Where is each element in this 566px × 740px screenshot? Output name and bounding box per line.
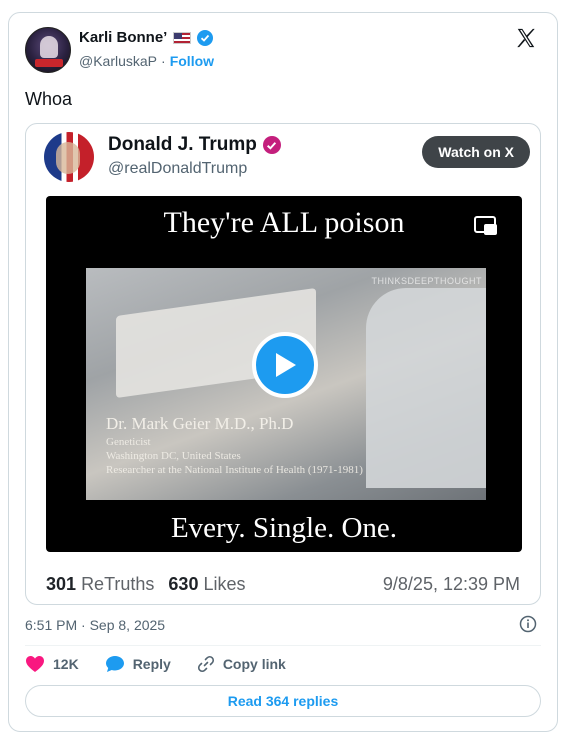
quoted-post-date: 9/8/25, 12:39 PM: [382, 574, 520, 594]
retruths-label: ReTruths: [81, 574, 155, 594]
lower-third-name: Dr. Mark Geier M.D., Ph.D: [106, 414, 294, 433]
retruths-count: 301: [46, 574, 77, 594]
play-icon: [276, 353, 296, 377]
video-player[interactable]: They're ALL poison THINKSDEEPTHOUGHT Dr.…: [46, 196, 522, 552]
author-name-row[interactable]: Karli Bonne’: [79, 29, 214, 46]
like-button[interactable]: 12K: [25, 655, 79, 673]
quoted-likes-label: Likes: [203, 574, 246, 594]
copy-link-label: Copy link: [222, 656, 286, 672]
reply-bubble-icon: [105, 656, 124, 672]
reply-label: Reply: [132, 656, 171, 672]
us-flag-icon: [173, 31, 192, 44]
quoted-author-name[interactable]: Donald J. Trump: [108, 134, 257, 156]
verified-badge-icon: [197, 29, 214, 46]
video-watermark: THINKSDEEPTHOUGHT: [371, 276, 482, 286]
action-bar: 12K Reply Copy link: [25, 655, 286, 673]
tweet-timestamp[interactable]: 6:51 PM · Sep 8, 2025: [25, 617, 165, 633]
video-top-caption: They're ALL poison: [163, 206, 405, 239]
video-bottom-caption: Every. Single. One.: [170, 512, 398, 544]
quoted-author-avatar[interactable]: [44, 132, 94, 182]
lower-third-line1: Geneticist: [106, 436, 151, 448]
tweet-card: Karli Bonne’ @KarluskaP · Follow Whoa Do…: [8, 12, 558, 732]
video-lower-third: Dr. Mark Geier M.D., Ph.D Geneticist Was…: [106, 414, 363, 476]
divider: [25, 645, 541, 646]
quoted-author-handle[interactable]: @realDonaldTrump: [108, 160, 247, 178]
author-avatar[interactable]: [25, 27, 71, 73]
quoted-author-name-row[interactable]: Donald J. Trump: [108, 134, 281, 156]
author-name[interactable]: Karli Bonne’: [79, 29, 167, 46]
copy-link-button[interactable]: Copy link: [197, 655, 286, 673]
heart-icon: [26, 656, 44, 672]
lower-third-line3: Researcher at the National Institute of …: [106, 464, 363, 476]
link-icon: [197, 655, 214, 673]
follow-button[interactable]: Follow: [170, 53, 214, 69]
like-count: 12K: [53, 656, 79, 672]
likes-stat[interactable]: 630 Likes: [168, 574, 245, 595]
retruths-stat[interactable]: 301 ReTruths: [46, 574, 154, 595]
separator-dot: ·: [161, 53, 166, 69]
reply-button[interactable]: Reply: [105, 655, 171, 673]
lower-third-line2: Washington DC, United States: [106, 450, 241, 462]
quoted-post-stats: 301 ReTruths 630 Likes: [46, 574, 246, 595]
watch-on-x-button[interactable]: Watch on X: [422, 136, 530, 168]
quoted-likes-count: 630: [168, 574, 199, 594]
info-icon[interactable]: [519, 615, 537, 633]
tweet-text: Whoa: [25, 89, 73, 109]
author-handle[interactable]: @KarluskaP: [79, 53, 157, 69]
x-logo-icon[interactable]: [515, 27, 537, 49]
author-handle-line: @KarluskaP · Follow: [79, 53, 214, 69]
play-button[interactable]: [252, 332, 318, 398]
truth-verified-icon: [262, 136, 281, 154]
picture-in-picture-icon[interactable]: [474, 216, 498, 236]
read-replies-button[interactable]: Read 364 replies: [25, 685, 541, 717]
quoted-post-card[interactable]: Donald J. Trump @realDonaldTrump Watch o…: [25, 123, 541, 605]
